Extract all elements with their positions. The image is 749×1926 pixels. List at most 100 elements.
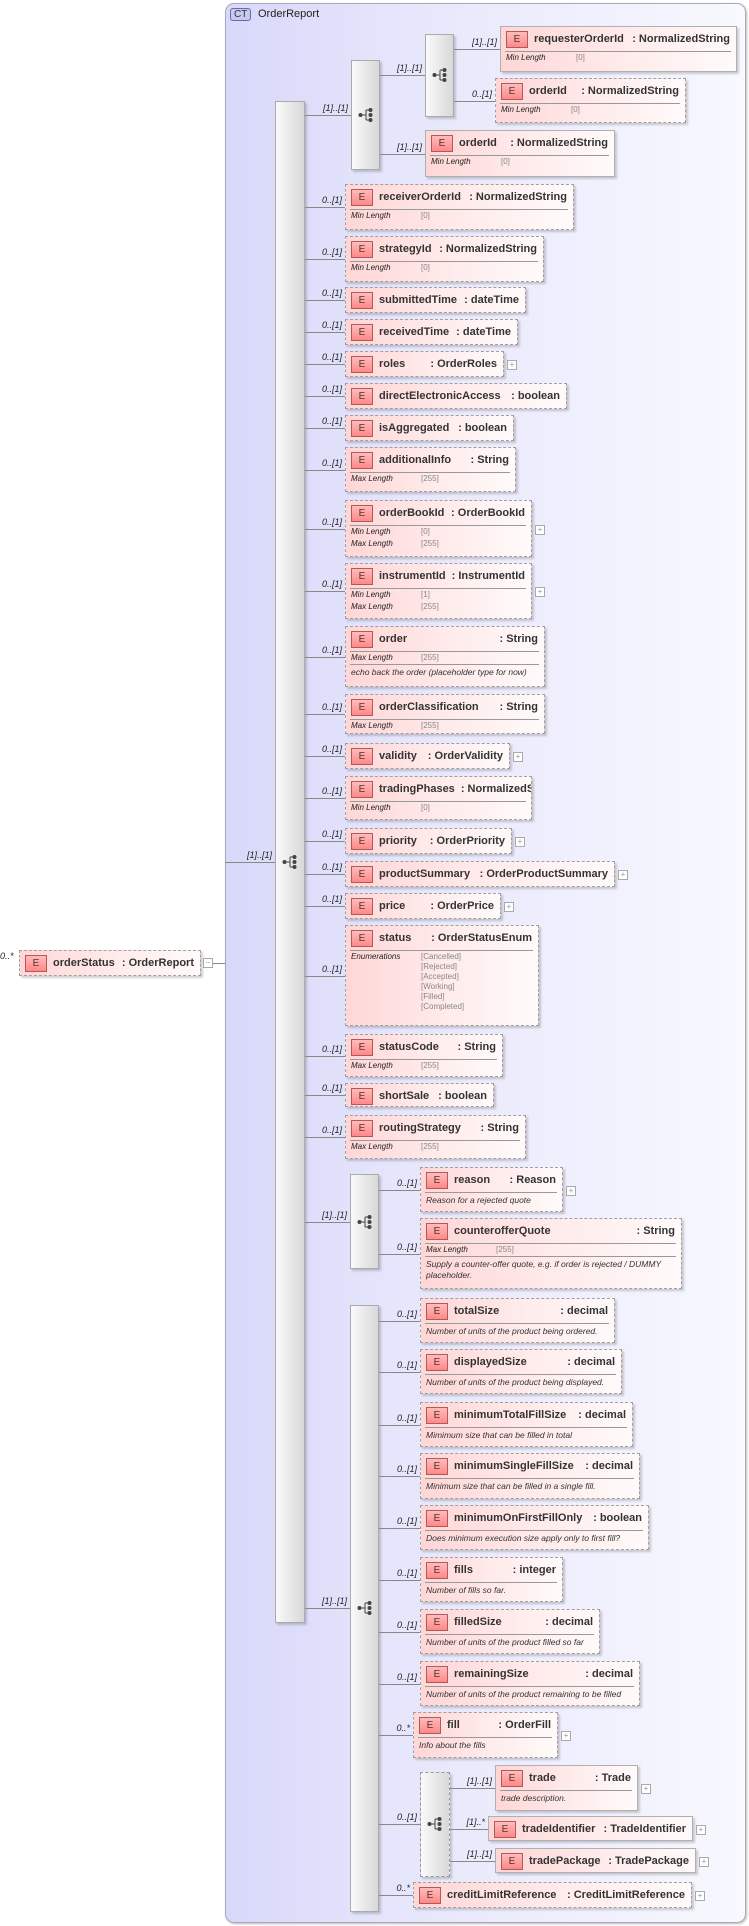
element-order[interactable]: Eorder String Max Length [255] echo back the… — [345, 626, 545, 687]
element-orderbookid[interactable]: EorderBookIdOrderBookId Min Length [0] Max … — [345, 500, 532, 557]
expand-plus-icon[interactable]: + — [561, 1731, 571, 1741]
element-orderid[interactable]: EorderId NormalizedString Min Length [0] — [425, 130, 615, 177]
element-totalsize[interactable]: EtotalSize decimal Number of units of the … — [420, 1298, 615, 1343]
element-isaggregated[interactable]: EisAggregatedboolean — [345, 415, 514, 441]
facet-row: Max Length [255] — [346, 720, 544, 732]
facet-label: Enumerations — [351, 952, 401, 961]
connector-line — [305, 1056, 345, 1057]
sequence-compositor[interactable] — [351, 60, 380, 170]
facet-label: Min Length — [351, 211, 391, 220]
connector-line — [305, 364, 345, 365]
element-type: OrderProductSummary — [474, 868, 608, 880]
element-orderid[interactable]: EorderId NormalizedString Min Length [0] — [495, 78, 686, 123]
element-routingstrategy[interactable]: EroutingStrategy String Max Length [255] — [345, 1115, 526, 1159]
expand-plus-icon[interactable]: + — [504, 902, 514, 912]
element-icon: E — [351, 929, 373, 947]
facet-row: Max Length [255] — [346, 601, 531, 613]
connector-line — [305, 756, 345, 757]
element-fills[interactable]: Efills integerNumber of fills so far. — [420, 1557, 563, 1602]
element-name: isAggregated — [379, 422, 450, 434]
element-receiverorderid[interactable]: EreceiverOrderIdNormalizedStringMin Leng… — [345, 184, 574, 230]
connector-line — [305, 396, 345, 397]
element-filledsize[interactable]: EfilledSize decimal Number of units of the… — [420, 1609, 600, 1654]
facet-value: [Completed] — [421, 1002, 465, 1011]
element-occurrence: 0..[1] — [321, 829, 342, 839]
element-displayedsize[interactable]: EdisplayedSize decimal Number of units of … — [420, 1349, 622, 1394]
element-type: NormalizedString — [463, 191, 567, 203]
element-price[interactable]: Eprice OrderPrice — [345, 893, 501, 919]
element-name: creditLimitReference — [447, 1889, 557, 1901]
facet-row: Max Length [255] — [346, 1141, 525, 1153]
element-name: orderClassification — [379, 701, 479, 713]
sequence-compositor[interactable] — [420, 1772, 450, 1877]
collapse-minus-icon[interactable]: − — [203, 958, 213, 968]
element-description: Mimimum size that can be filled in total — [426, 1430, 572, 1440]
element-remainingsize[interactable]: EremainingSize decimal Number of units of … — [420, 1661, 640, 1706]
facet-value: [255] — [421, 1061, 439, 1070]
element-name: receiverOrderId — [379, 191, 461, 203]
expand-plus-icon[interactable]: + — [535, 587, 545, 597]
facet-row: Min Length [0] — [346, 210, 573, 222]
connector-line — [454, 49, 500, 50]
element-minimumsinglefillsize[interactable]: EminimumSingleFillSize decimal Minimum siz… — [420, 1453, 640, 1499]
schema-diagram: CT OrderReport 0..* E orderStatus OrderR… — [0, 0, 749, 1926]
element-requesterorderid[interactable]: ErequesterOrderIdNormalizedStringMin Len… — [500, 26, 737, 72]
expand-plus-icon[interactable]: + — [513, 752, 523, 762]
sequence-compositor[interactable] — [275, 101, 305, 1623]
element-productsummary[interactable]: EproductSummaryOrderProductSummary — [345, 861, 615, 887]
expand-plus-icon[interactable]: + — [535, 525, 545, 535]
element-minimumonfirstfillonly[interactable]: EminimumOnFirstFillOnly boolean Does minim… — [420, 1505, 649, 1550]
element-icon: E — [351, 451, 373, 469]
element-tradepackage[interactable]: EtradePackageTradePackage — [495, 1848, 696, 1873]
expand-plus-icon[interactable]: + — [695, 1891, 705, 1901]
expand-plus-icon[interactable]: + — [618, 870, 628, 880]
compositor-occurrence: [1]..[1] — [396, 63, 422, 73]
element-receivedtime[interactable]: EreceivedTimedateTime — [345, 319, 518, 345]
element-instrumentid[interactable]: EinstrumentIdInstrumentId Min Length [1] Ma… — [345, 563, 532, 619]
choice-compositor[interactable] — [425, 34, 454, 117]
element-description: Number of fills so far. — [426, 1585, 506, 1595]
element-counterofferquote[interactable]: EcounterofferQuote String Max Length [255] S… — [420, 1218, 682, 1289]
connector-line — [305, 714, 345, 715]
element-directelectronicaccess[interactable]: EdirectElectronicAccess boolean — [345, 383, 567, 409]
element-additionalinfo[interactable]: EadditionalInfo String Max Length [255] — [345, 447, 516, 492]
element-shortsale[interactable]: EshortSaleboolean — [345, 1083, 494, 1107]
expand-plus-icon[interactable]: + — [696, 1825, 706, 1835]
expand-plus-icon[interactable]: + — [507, 360, 517, 370]
connector-line — [450, 1829, 488, 1830]
element-minimumtotalfillsize[interactable]: EminimumTotalFillSize decimalMimimum size… — [420, 1402, 633, 1447]
expand-plus-icon[interactable]: + — [515, 837, 525, 847]
element-header: Eroles OrderRoles — [346, 352, 503, 376]
root-element-orderstatus[interactable]: E orderStatus OrderReport — [19, 950, 201, 976]
element-priority[interactable]: Epriority OrderPriority — [345, 828, 512, 854]
element-trade[interactable]: Etrade Trade trade description. — [495, 1765, 638, 1811]
facet-label: Max Length — [351, 474, 393, 483]
element-fill[interactable]: Efill OrderFill Info about the fills — [413, 1712, 558, 1758]
element-tradingphases[interactable]: EtradingPhasesNormalizedStringMin Length… — [345, 776, 532, 820]
element-roles[interactable]: Eroles OrderRoles — [345, 351, 504, 377]
expand-plus-icon[interactable]: + — [699, 1857, 709, 1867]
facet-row: Min Length [0] — [426, 156, 614, 168]
facet-label: Min Length — [351, 527, 391, 536]
element-reason[interactable]: Ereason Reason Reason for a rejected quote — [420, 1167, 563, 1212]
element-strategyid[interactable]: EstrategyIdNormalizedString Min Length [0] — [345, 236, 544, 282]
element-tradeidentifier[interactable]: EtradeIdentifierTradeIdentifier — [488, 1816, 693, 1841]
element-creditlimitreference[interactable]: EcreditLimitReference CreditLimitReferenc… — [413, 1882, 692, 1908]
facet-row: Max Length [255] — [346, 652, 544, 664]
element-icon: E — [351, 567, 373, 585]
expand-plus-icon[interactable]: + — [566, 1186, 576, 1196]
element-name: routingStrategy — [379, 1122, 461, 1134]
element-validity[interactable]: Evalidity OrderValidity — [345, 743, 510, 769]
element-icon: E — [419, 1886, 441, 1904]
expand-plus-icon[interactable]: + — [641, 1784, 651, 1794]
element-status[interactable]: Estatus OrderStatusEnum Enumerations [Cance… — [345, 925, 539, 1026]
facet-value: [255] — [421, 1142, 439, 1151]
element-submittedtime[interactable]: EsubmittedTimedateTime — [345, 287, 526, 313]
element-name: orderStatus — [53, 957, 115, 969]
element-statuscode[interactable]: EstatusCode String Max Length [255] — [345, 1034, 503, 1077]
choice-compositor[interactable] — [350, 1174, 379, 1269]
element-name: counterofferQuote — [454, 1225, 551, 1237]
element-name: submittedTime — [379, 294, 458, 306]
element-orderclassification[interactable]: EorderClassification String Max Length [255… — [345, 694, 545, 734]
sequence-compositor[interactable] — [350, 1305, 379, 1912]
